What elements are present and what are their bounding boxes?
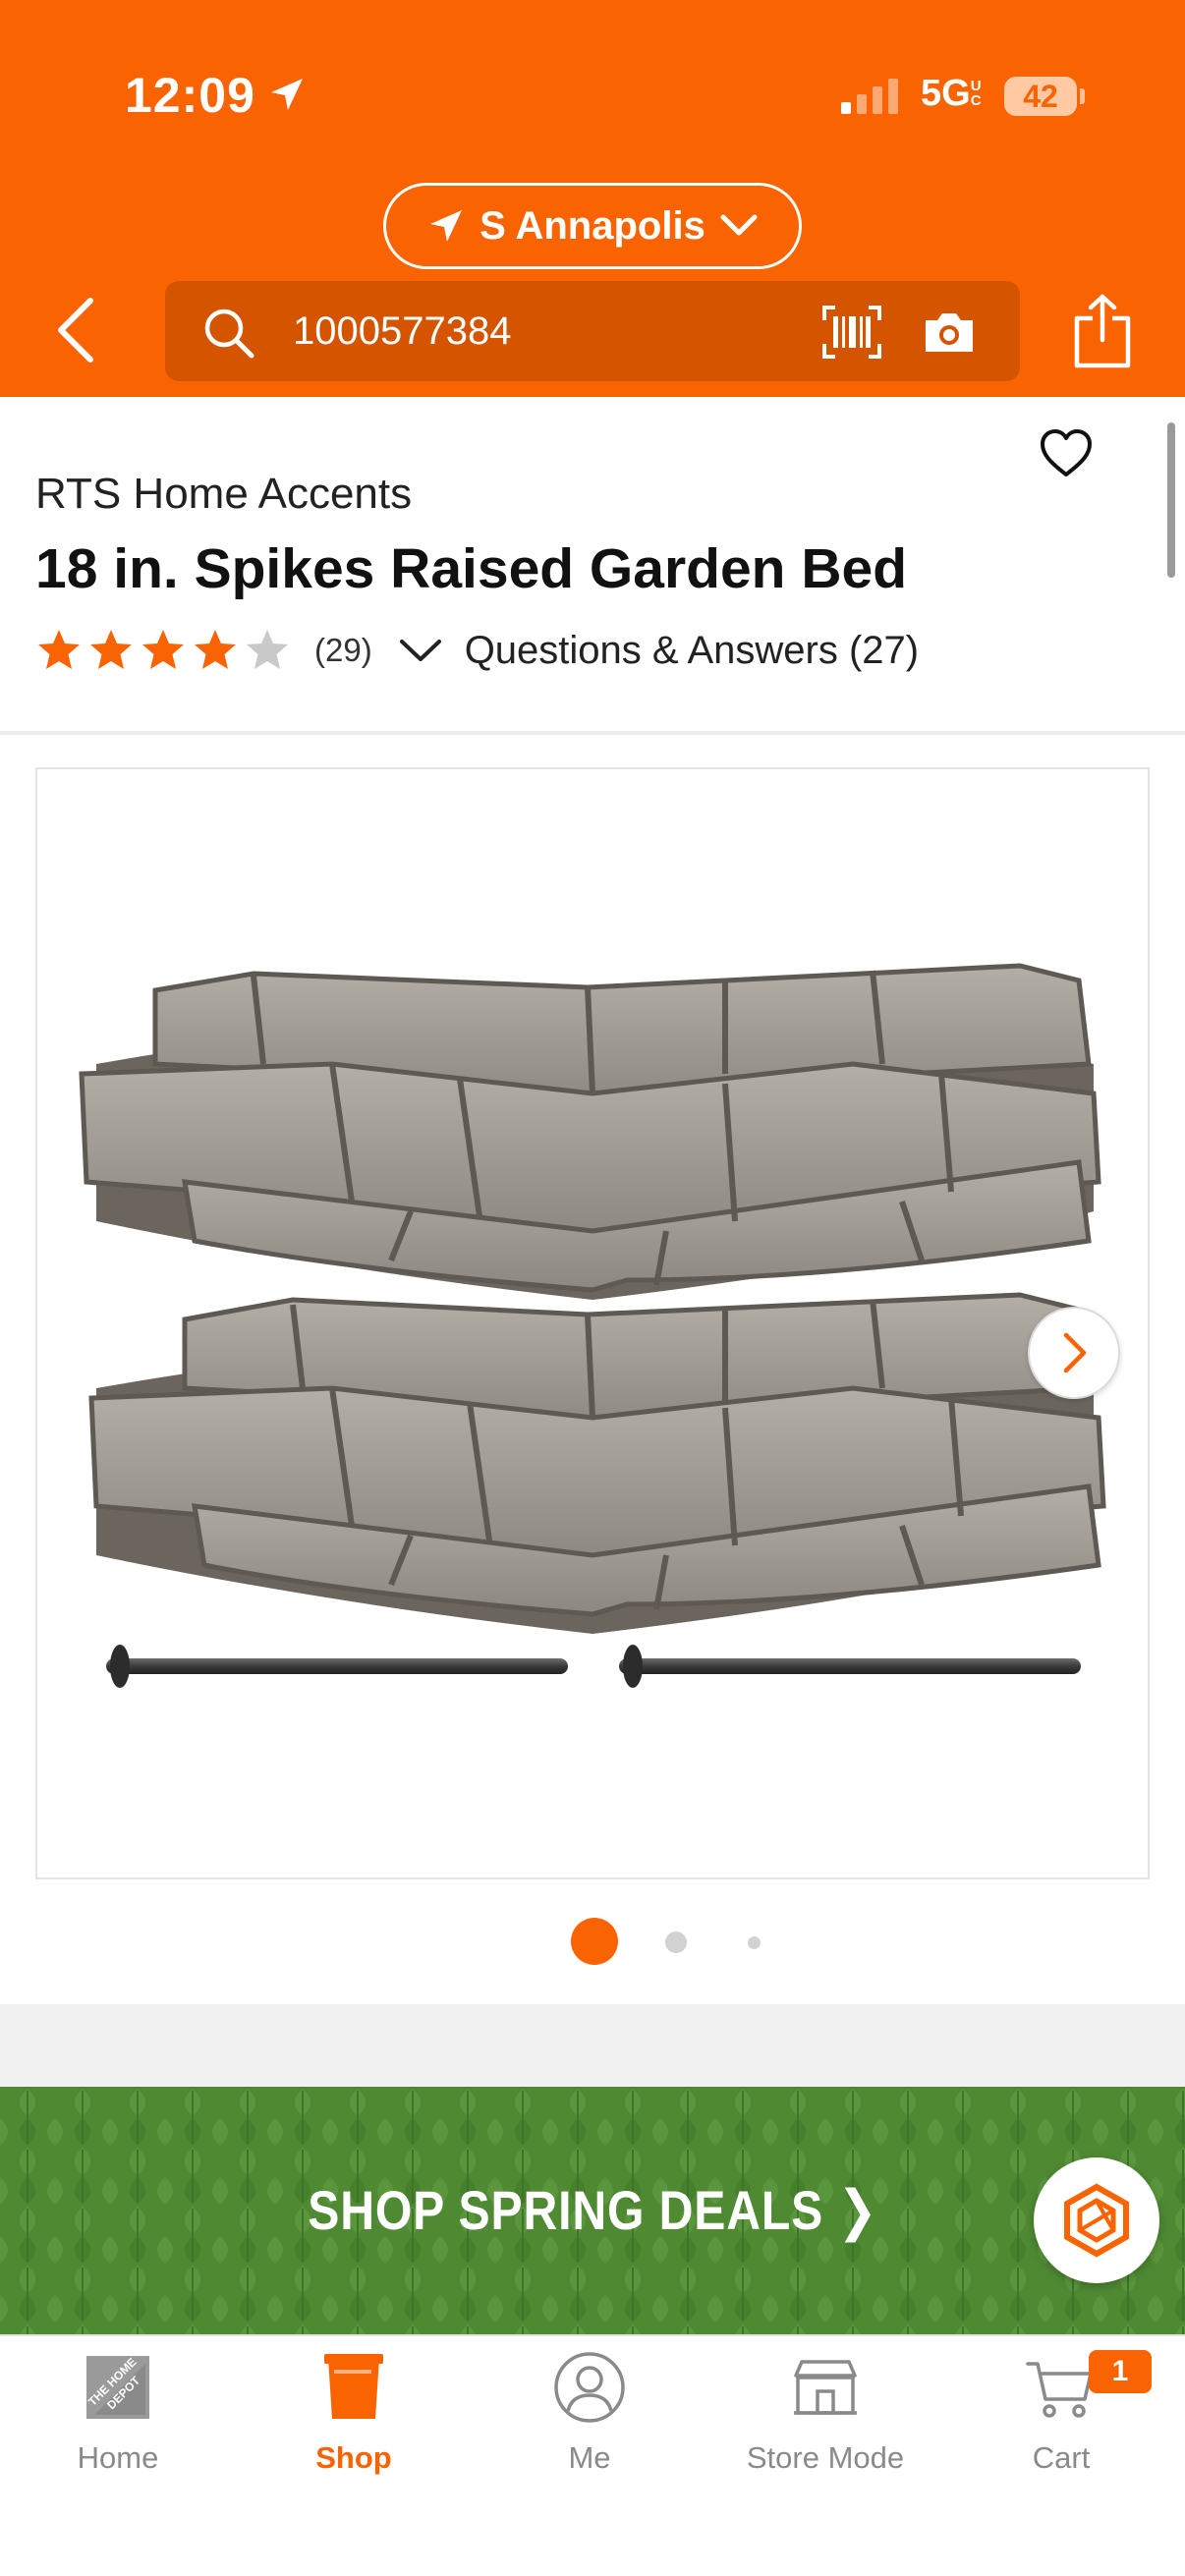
rating-row: (29) Questions & Answers (27): [35, 621, 919, 680]
promo-label: SHOP SPRING DEALS ❯: [307, 2179, 878, 2241]
share-icon[interactable]: [1071, 293, 1134, 369]
star-filled-icon: [90, 630, 132, 669]
star-filled-icon: [142, 630, 184, 669]
camera-icon[interactable]: [922, 308, 977, 356]
product-title: 18 in. Spikes Raised Garden Bed: [35, 537, 908, 600]
barcode-scan-icon[interactable]: [821, 305, 882, 360]
status-time: 12:09: [125, 68, 255, 123]
cart-count-badge: 1: [1089, 2350, 1152, 2393]
ground-spikes: [106, 1645, 1081, 1688]
nav-label: Shop: [315, 2440, 392, 2475]
review-count[interactable]: (29): [314, 632, 372, 669]
store-selector-button[interactable]: S Annapolis: [383, 183, 802, 269]
star-filled-icon: [195, 630, 236, 669]
bottom-navigation: THE HOME DEPOT Home Shop Me Store Mode C…: [0, 2334, 1185, 2576]
chevron-down-icon: [720, 214, 758, 236]
star-empty-icon: [247, 630, 288, 669]
search-input[interactable]: [293, 308, 784, 354]
scroll-indicator: [1167, 422, 1175, 578]
chevron-right-icon: [1063, 1332, 1087, 1373]
product-image: [79, 963, 1106, 1688]
spring-deals-banner[interactable]: SHOP SPRING DEALS ❯: [0, 2087, 1185, 2334]
location-arrow-icon: [271, 79, 303, 110]
shop-bucket-icon: [324, 2354, 383, 2419]
rating-stars[interactable]: [35, 627, 291, 674]
battery-indicator: 42: [1004, 77, 1077, 116]
stone-wall-upper: [79, 963, 1101, 1300]
assistant-button[interactable]: [1034, 2157, 1159, 2283]
chevron-down-icon[interactable]: [398, 636, 443, 665]
cart-icon: [1026, 2362, 1093, 2418]
section-separator: [0, 2004, 1185, 2087]
search-icon: [204, 308, 254, 359]
nav-label: Cart: [1032, 2440, 1091, 2475]
star-filled-icon: [38, 630, 80, 669]
nav-home[interactable]: THE HOME DEPOT Home: [0, 2336, 236, 2493]
nav-label: Me: [568, 2440, 611, 2475]
questions-answers-link[interactable]: Questions & Answers (27): [465, 629, 919, 673]
nav-me[interactable]: Me: [472, 2336, 707, 2493]
search-bar[interactable]: [165, 281, 1020, 381]
promo-text: SHOP SPRING DEALS ❯: [0, 2087, 1185, 2334]
next-image-button[interactable]: [1028, 1307, 1120, 1399]
product-brand[interactable]: RTS Home Accents: [35, 470, 412, 519]
nav-store-mode[interactable]: Store Mode: [707, 2336, 943, 2493]
network-label: 5G: [921, 73, 971, 114]
product-image-gallery[interactable]: [35, 767, 1150, 1879]
store-name: S Annapolis: [480, 203, 705, 248]
back-arrow-icon[interactable]: [51, 295, 102, 365]
pagination-dot[interactable]: [665, 1932, 687, 1953]
nav-shop[interactable]: Shop: [236, 2336, 472, 2493]
stone-wall-lower: [88, 1292, 1106, 1634]
home-depot-logo-icon: THE HOME DEPOT: [85, 2355, 149, 2419]
location-arrow-icon: [430, 210, 463, 242]
user-icon: [554, 2352, 625, 2423]
network-superscript: UC: [970, 78, 982, 109]
hexagon-logo-icon: [1064, 2183, 1129, 2258]
nav-label: Store Mode: [746, 2440, 905, 2475]
favorite-heart-icon[interactable]: [1040, 428, 1093, 479]
pagination-dot[interactable]: [748, 1936, 761, 1949]
store-icon: [794, 2360, 857, 2415]
battery-tip: [1080, 88, 1085, 104]
cellular-signal-icon: [841, 79, 898, 114]
network-type: 5GUC: [921, 73, 987, 115]
pagination-dot-active[interactable]: [571, 1918, 618, 1965]
gallery-pagination: [0, 1918, 1185, 1967]
nav-label: Home: [77, 2440, 159, 2475]
divider: [0, 731, 1185, 735]
